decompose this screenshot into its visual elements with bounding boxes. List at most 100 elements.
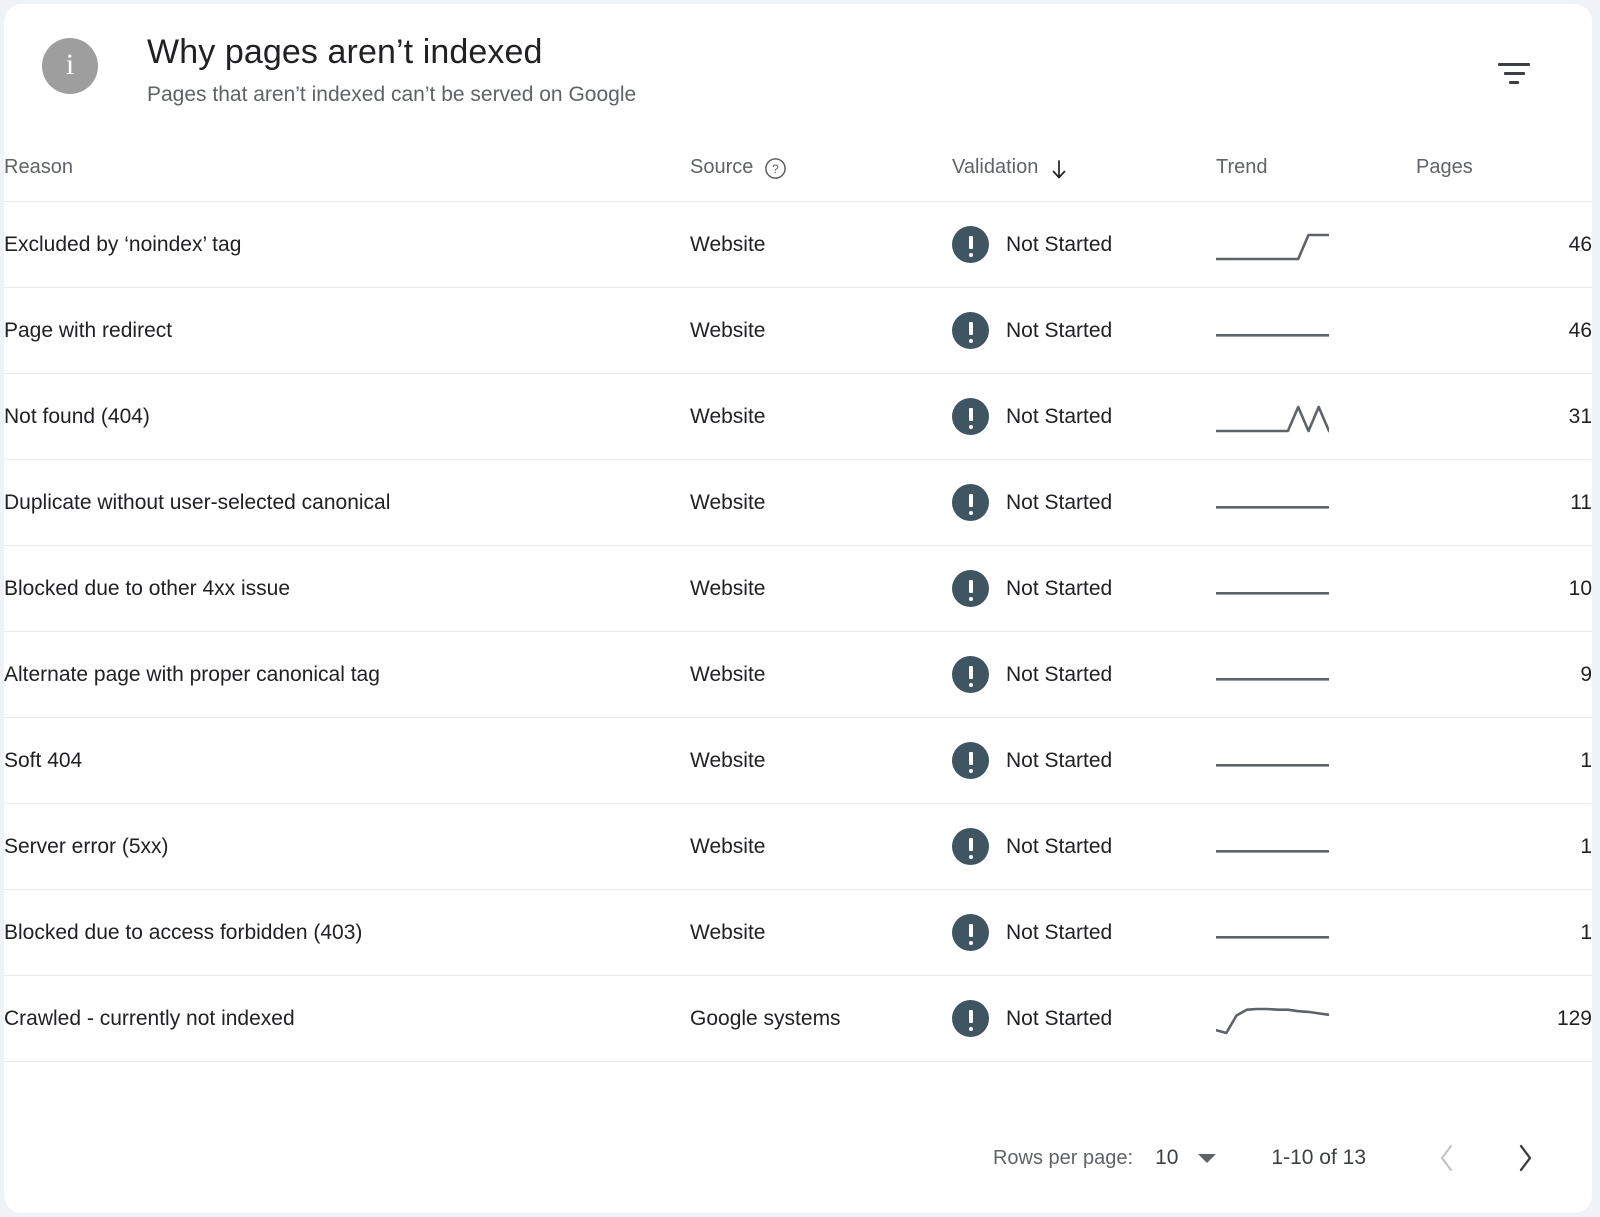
cell-pages: 31 (1416, 373, 1592, 460)
column-header-source[interactable]: Source ? (690, 156, 952, 202)
table-row[interactable]: Not found (404) Website Not Started 31 (4, 373, 1592, 460)
column-header-validation[interactable]: Validation (952, 156, 1216, 202)
cell-validation: Not Started (952, 373, 1216, 460)
table-row[interactable]: Blocked due to other 4xx issue Website Not… (4, 545, 1592, 632)
status-badge: Not Started (1006, 920, 1113, 944)
cell-source: Website (690, 631, 952, 718)
rows-per-page-label: Rows per page: (992, 1146, 1134, 1169)
help-circle-icon[interactable]: ? (764, 157, 787, 180)
pages-count: 1 (1580, 834, 1592, 858)
status-badge: Not Started (1006, 834, 1113, 858)
source-label: Website (690, 576, 766, 600)
error-exclamation-icon (952, 656, 989, 693)
column-header-reason-label: Reason (4, 156, 73, 178)
cell-validation: Not Started (952, 803, 1216, 890)
cell-trend (1216, 975, 1416, 1062)
filter-button[interactable] (1491, 50, 1537, 96)
card-header: i Why pages aren’t indexed Pages that ar… (4, 4, 1592, 156)
column-header-trend[interactable]: Trend (1216, 156, 1416, 202)
status-badge: Not Started (1006, 232, 1113, 256)
table-row[interactable]: Blocked due to access forbidden (403) Web… (4, 889, 1592, 976)
cell-validation: Not Started (952, 717, 1216, 804)
cell-reason[interactable]: Not found (404) (4, 373, 690, 460)
cell-reason[interactable]: Duplicate without user-selected canonica… (4, 459, 690, 546)
error-exclamation-icon (952, 570, 989, 607)
cell-reason[interactable]: Blocked due to other 4xx issue (4, 545, 690, 632)
column-header-trend-label: Trend (1216, 156, 1268, 178)
filter-icon-bar-2 (1503, 71, 1525, 75)
error-exclamation-icon (952, 742, 989, 779)
trend-sparkline (1216, 405, 1329, 432)
cell-source: Website (690, 373, 952, 460)
reason-label: Not found (404) (4, 404, 150, 428)
table-row[interactable]: Alternate page with proper canonical tag… (4, 631, 1592, 718)
cell-source: Google systems (690, 975, 952, 1062)
cell-validation: Not Started (952, 631, 1216, 718)
next-page-button[interactable] (1502, 1135, 1548, 1181)
cell-trend (1216, 803, 1416, 890)
column-header-pages[interactable]: Pages (1416, 156, 1592, 202)
trend-sparkline (1216, 849, 1329, 853)
source-label: Website (690, 920, 766, 944)
trend-sparkline (1216, 935, 1329, 939)
cell-trend (1216, 373, 1416, 460)
error-exclamation-icon (952, 484, 989, 521)
cell-pages: 11 (1416, 459, 1592, 546)
cell-reason[interactable]: Excluded by ‘noindex’ tag (4, 201, 690, 288)
status-badge: Not Started (1006, 576, 1113, 600)
cell-pages: 1 (1416, 889, 1592, 976)
header-text-block: Why pages aren’t indexed Pages that aren… (147, 30, 636, 109)
column-header-validation-label: Validation (952, 156, 1039, 178)
column-header-source-label: Source (690, 156, 754, 178)
reason-label: Soft 404 (4, 748, 83, 772)
reason-label: Crawled - currently not indexed (4, 1006, 295, 1030)
rows-per-page-select[interactable]: 10 (1155, 1146, 1217, 1170)
pages-count: 46 (1568, 232, 1592, 256)
cell-pages: 9 (1416, 631, 1592, 718)
cell-pages: 1 (1416, 803, 1592, 890)
table-footer: Rows per page: 10 1-10 of 13 (4, 1103, 1592, 1213)
cell-pages: 46 (1416, 287, 1592, 374)
cell-pages: 129 (1416, 975, 1592, 1062)
cell-trend (1216, 631, 1416, 718)
table-row[interactable]: Duplicate without user-selected canonica… (4, 459, 1592, 546)
pages-count: 10 (1568, 576, 1592, 600)
pagination-range: 1-10 of 13 (1271, 1146, 1366, 1169)
source-label: Website (690, 662, 766, 686)
table-row[interactable]: Server error (5xx) Website Not Started 1 (4, 803, 1592, 890)
source-label: Website (690, 490, 766, 514)
cell-validation: Not Started (952, 287, 1216, 374)
cell-validation: Not Started (952, 889, 1216, 976)
cell-validation: Not Started (952, 459, 1216, 546)
cell-reason[interactable]: Page with redirect (4, 287, 690, 374)
source-label: Website (690, 404, 766, 428)
cell-reason[interactable]: Soft 404 (4, 717, 690, 804)
column-header-reason[interactable]: Reason (4, 156, 690, 202)
status-badge: Not Started (1006, 490, 1113, 514)
table-row[interactable]: Page with redirect Website Not Started 46 (4, 287, 1592, 374)
table-header: Reason Source ? Validation Trend Pages (4, 156, 1592, 202)
cell-trend (1216, 287, 1416, 374)
trend-sparkline (1216, 1007, 1329, 1034)
cell-trend (1216, 201, 1416, 288)
pages-count: 9 (1580, 662, 1592, 686)
status-badge: Not Started (1006, 1006, 1113, 1030)
table-row[interactable]: Soft 404 Website Not Started 1 (4, 717, 1592, 804)
trend-sparkline (1216, 233, 1329, 260)
table-row[interactable]: Excluded by ‘noindex’ tag Website Not Star… (4, 201, 1592, 288)
cell-source: Website (690, 287, 952, 374)
info-icon: i (42, 38, 98, 94)
reason-label: Blocked due to access forbidden (403) (4, 920, 363, 944)
rows-per-page-value: 10 (1155, 1146, 1179, 1169)
cell-reason[interactable]: Alternate page with proper canonical tag (4, 631, 690, 718)
cell-validation: Not Started (952, 201, 1216, 288)
status-badge: Not Started (1006, 748, 1113, 772)
pages-count: 1 (1580, 920, 1592, 944)
previous-page-button[interactable] (1424, 1135, 1470, 1181)
cell-reason[interactable]: Crawled - currently not indexed (4, 975, 690, 1062)
table-row[interactable]: Crawled - currently not indexed Google sy… (4, 975, 1592, 1062)
cell-reason[interactable]: Server error (5xx) (4, 803, 690, 890)
status-badge: Not Started (1006, 662, 1113, 686)
error-exclamation-icon (952, 398, 989, 435)
cell-reason[interactable]: Blocked due to access forbidden (403) (4, 889, 690, 976)
